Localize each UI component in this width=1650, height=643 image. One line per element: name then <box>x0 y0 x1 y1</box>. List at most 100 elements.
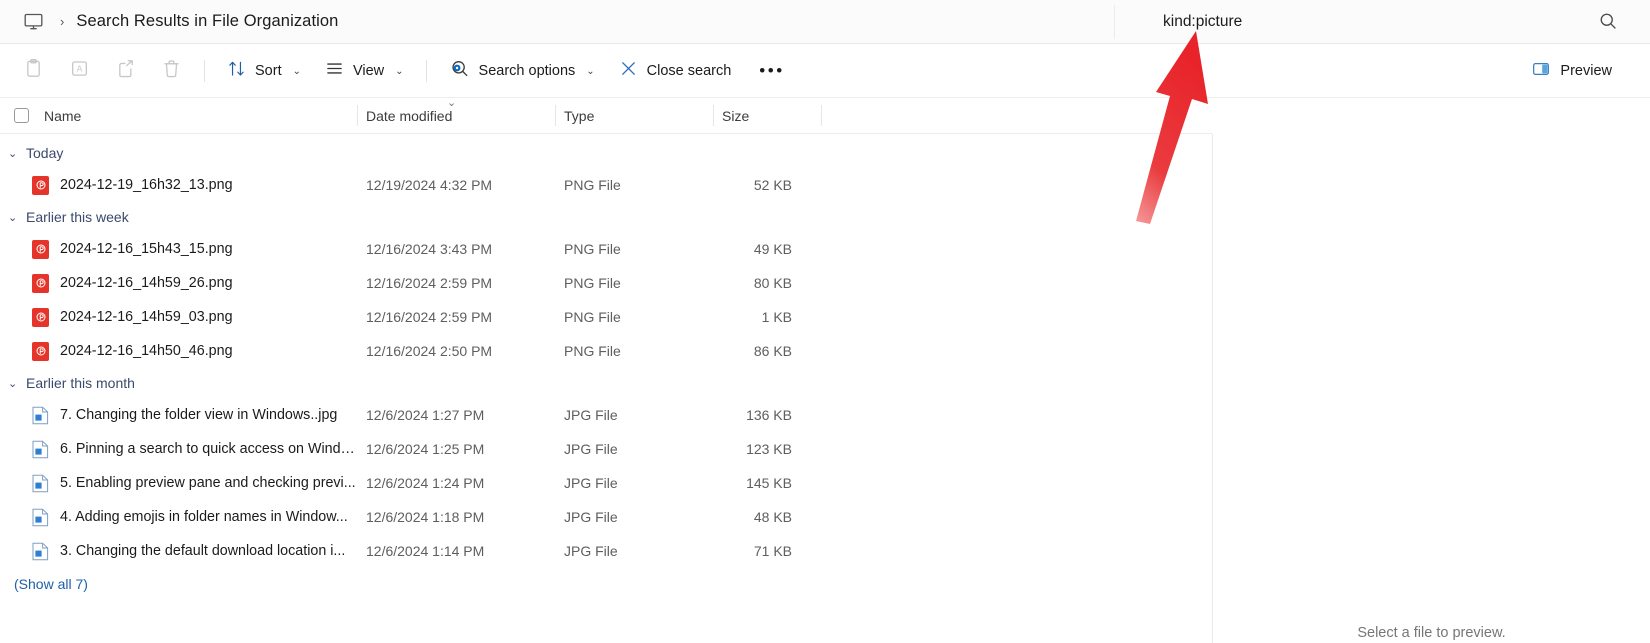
svg-text:A: A <box>76 64 82 74</box>
sort-icon <box>227 59 246 82</box>
file-size-cell: 49 KB <box>753 241 792 257</box>
png-file-icon <box>32 273 49 293</box>
file-name-label: 2024-12-16_15h43_15.png <box>60 241 233 257</box>
file-name-cell[interactable]: 4. Adding emojis in folder names in Wind… <box>0 508 358 527</box>
file-date-cell: 12/16/2024 3:43 PM <box>366 241 493 257</box>
file-type-cell: JPG File <box>564 509 618 525</box>
file-name-label: 2024-12-16_14h50_46.png <box>60 343 233 359</box>
search-options-icon <box>449 58 470 83</box>
close-search-label: Close search <box>646 62 732 79</box>
address-bar: › Search Results in File Organization ki… <box>0 0 1650 44</box>
file-date-cell: 12/6/2024 1:27 PM <box>366 407 485 423</box>
share-button[interactable] <box>102 53 148 89</box>
breadcrumb-separator-icon: › <box>60 14 65 29</box>
file-name-cell[interactable]: 5. Enabling preview pane and checking pr… <box>0 474 358 493</box>
view-button[interactable]: View ⌄ <box>313 53 416 89</box>
column-divider[interactable] <box>821 105 822 126</box>
file-name-cell[interactable]: 2024-12-16_14h59_03.png <box>0 307 358 327</box>
file-name-cell[interactable]: 6. Pinning a search to quick access on W… <box>0 440 358 459</box>
search-box[interactable]: kind:picture <box>1114 4 1644 39</box>
file-list: ⌄ Today 2024-12-19_16h32_13.png 12/19/2024 … <box>0 134 1212 643</box>
delete-button[interactable] <box>148 53 194 89</box>
table-row[interactable]: 2024-12-16_14h59_26.png 12/16/2024 2:59 P… <box>0 266 1212 300</box>
file-name-cell[interactable]: 2024-12-19_16h32_13.png <box>0 175 358 195</box>
search-icon[interactable] <box>1598 11 1618 36</box>
file-group-header[interactable]: ⌄ Today <box>0 138 1212 168</box>
file-type-cell: JPG File <box>564 475 618 491</box>
search-options-button[interactable]: Search options ⌄ <box>437 53 607 89</box>
table-row[interactable]: 2024-12-19_16h32_13.png 12/19/2024 4:32 P… <box>0 168 1212 202</box>
table-row[interactable]: 3. Changing the default download locatio… <box>0 534 1212 568</box>
file-group-header[interactable]: ⌄ Earlier this month <box>0 368 1212 398</box>
column-header-date-modified[interactable]: Date modified <box>358 98 556 133</box>
sort-label: Sort <box>255 62 282 79</box>
rename-button[interactable]: A <box>56 53 102 89</box>
jpg-file-icon <box>32 440 49 459</box>
file-group-label: Earlier this month <box>26 375 135 391</box>
file-size-cell: 86 KB <box>753 343 792 359</box>
column-header-name[interactable]: Name <box>0 98 358 133</box>
file-type-cell: JPG File <box>564 543 618 559</box>
png-file-icon <box>32 239 49 259</box>
close-search-button[interactable]: Close search <box>607 53 744 89</box>
file-name-label: 2024-12-16_14h59_26.png <box>60 275 233 291</box>
jpg-file-icon <box>32 474 49 493</box>
file-name-cell[interactable]: 2024-12-16_14h50_46.png <box>0 341 358 361</box>
chevron-down-icon[interactable]: ⌄ <box>8 147 26 160</box>
table-row[interactable]: 2024-12-16_15h43_15.png 12/16/2024 3:43 P… <box>0 232 1212 266</box>
sort-button[interactable]: Sort ⌄ <box>215 53 313 89</box>
table-row[interactable]: 7. Changing the folder view in Windows..… <box>0 398 1212 432</box>
table-row[interactable]: 2024-12-16_14h59_03.png 12/16/2024 2:59 P… <box>0 300 1212 334</box>
toolbar-divider-1 <box>204 59 205 82</box>
jpg-file-icon <box>32 508 49 527</box>
file-name-label: 5. Enabling preview pane and checking pr… <box>60 475 356 491</box>
file-group-header[interactable]: ⌄ Earlier this week <box>0 202 1212 232</box>
file-size-cell: 145 KB <box>746 475 792 491</box>
column-header-date-label: Date modified <box>366 107 453 124</box>
file-size-cell: 1 KB <box>761 309 792 325</box>
view-icon <box>325 59 344 82</box>
show-all-link[interactable]: (Show all 7) <box>0 568 1212 592</box>
table-row[interactable]: 4. Adding emojis in folder names in Wind… <box>0 500 1212 534</box>
file-size-cell: 71 KB <box>753 543 792 559</box>
paste-button[interactable] <box>10 53 56 89</box>
file-date-cell: 12/6/2024 1:14 PM <box>366 543 485 559</box>
file-group-label: Today <box>26 145 64 161</box>
chevron-down-icon[interactable]: ⌄ <box>8 377 26 390</box>
png-file-icon <box>32 175 49 195</box>
file-date-cell: 12/16/2024 2:50 PM <box>366 343 493 359</box>
breadcrumb-current[interactable]: Search Results in File Organization <box>76 12 338 31</box>
sort-direction-icon: ⌄ <box>447 97 457 109</box>
file-name-cell[interactable]: 3. Changing the default download locatio… <box>0 542 358 561</box>
content-area: ⌄ Today 2024-12-19_16h32_13.png 12/19/2024 … <box>0 134 1650 643</box>
png-file-icon <box>32 341 49 361</box>
monitor-icon <box>22 11 44 33</box>
file-name-cell[interactable]: 7. Changing the folder view in Windows..… <box>0 406 358 425</box>
column-header-size[interactable]: Size <box>714 98 822 133</box>
column-header-type-label: Type <box>564 107 595 124</box>
table-row[interactable]: 6. Pinning a search to quick access on W… <box>0 432 1212 466</box>
column-header-type[interactable]: Type <box>556 98 714 133</box>
column-header-name-label: Name <box>44 107 82 124</box>
jpg-file-icon <box>32 542 49 561</box>
select-all-checkbox[interactable] <box>14 108 29 123</box>
file-name-cell[interactable]: 2024-12-16_14h59_26.png <box>0 273 358 293</box>
table-row[interactable]: 2024-12-16_14h50_46.png 12/16/2024 2:50 P… <box>0 334 1212 368</box>
file-type-cell: JPG File <box>564 441 618 457</box>
file-name-label: 6. Pinning a search to quick access on W… <box>60 441 358 457</box>
file-type-cell: PNG File <box>564 309 621 325</box>
preview-button[interactable]: Preview <box>1519 53 1624 89</box>
more-options-button[interactable]: ••• <box>743 53 800 89</box>
chevron-down-icon[interactable]: ⌄ <box>8 211 26 224</box>
jpg-file-icon <box>32 406 49 425</box>
file-name-cell[interactable]: 2024-12-16_15h43_15.png <box>0 239 358 259</box>
search-input[interactable]: kind:picture <box>1163 13 1242 31</box>
breadcrumb[interactable]: › Search Results in File Organization <box>0 5 1114 39</box>
file-name-label: 3. Changing the default download locatio… <box>60 543 346 559</box>
rename-icon: A <box>69 58 90 83</box>
toolbar-divider-2 <box>425 59 427 82</box>
table-row[interactable]: 5. Enabling preview pane and checking pr… <box>0 466 1212 500</box>
file-name-label: 2024-12-16_14h59_03.png <box>60 309 233 325</box>
file-name-label: 4. Adding emojis in folder names in Wind… <box>60 509 348 525</box>
chevron-down-icon: ⌄ <box>292 66 301 77</box>
